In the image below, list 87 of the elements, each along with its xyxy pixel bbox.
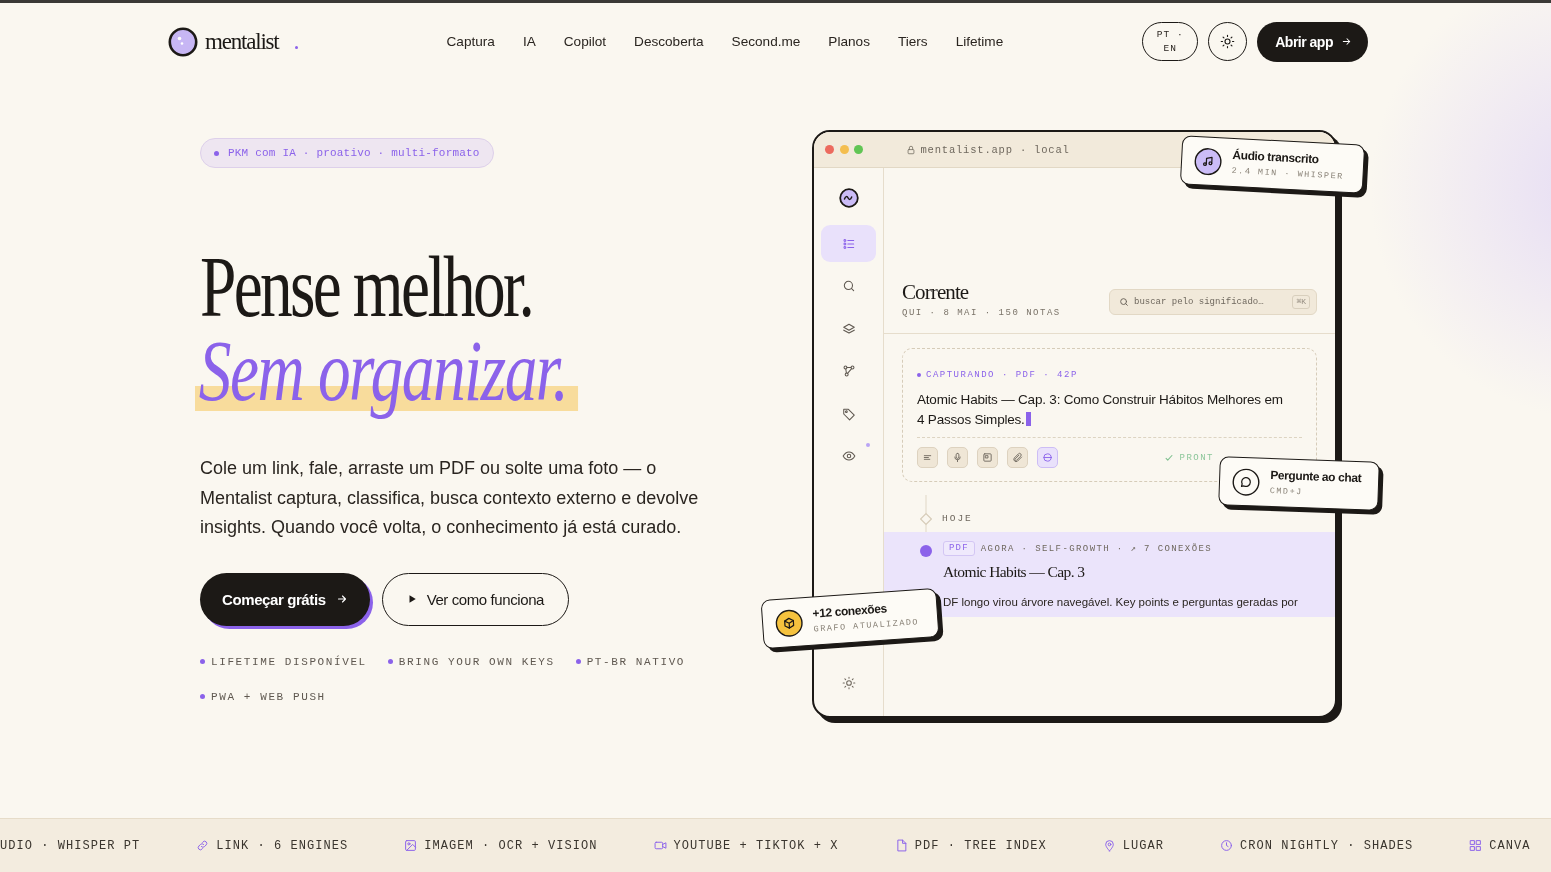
open-app-button[interactable]: Abrir app <box>1257 21 1368 62</box>
notification-detail: 2.4 MIN · WHISPER <box>1231 164 1344 183</box>
layers-icon <box>841 321 856 336</box>
tool-button[interactable] <box>1037 447 1058 468</box>
frame-icon <box>982 452 993 463</box>
nav-link[interactable]: Copilot <box>563 34 607 49</box>
search-icon <box>841 279 856 293</box>
settings-icon <box>841 676 856 690</box>
capture-title: Atomic Habits — Cap. 3: Como Construir Hábitos Melhores em 4 Passos Simples. <box>917 391 1284 429</box>
eye-icon <box>841 449 856 463</box>
feature-tag: LIFETIME DISPONÍVEL <box>211 655 367 668</box>
entry-title: Atomic Habits — Cap. 3 <box>943 562 1086 582</box>
list-icon <box>841 236 856 251</box>
feature-tag: BRING YOUR OWN KEYS <box>398 655 555 668</box>
clock-icon <box>1219 839 1233 852</box>
tag-icon <box>841 406 856 421</box>
arrow-icon <box>1341 36 1352 47</box>
nav-link[interactable]: Captura <box>446 34 495 49</box>
ticker-label: YOUTUBE + TIKTOK + X <box>673 838 839 853</box>
chat-bubble-icon <box>1231 467 1261 497</box>
status-dot-icon <box>917 373 921 377</box>
ticker-label: UDIO · WHISPER PT <box>0 838 141 853</box>
capture-status: CAPTURANDO · PDF · 42P <box>926 370 1078 380</box>
paperclip-icon <box>1012 452 1023 463</box>
text-lines-icon <box>922 452 933 463</box>
ready-status: PRONT <box>1179 452 1214 463</box>
sidebar-item[interactable] <box>821 225 876 262</box>
keyboard-shortcut: ⌘K <box>1292 295 1310 309</box>
cube-icon <box>774 607 805 638</box>
tool-button[interactable] <box>1007 447 1028 468</box>
grid-icon <box>1469 839 1483 852</box>
ticker-label: LUGAR <box>1122 838 1164 853</box>
link-icon <box>196 839 210 852</box>
arrow-icon <box>335 593 348 605</box>
type-tag: PDF <box>943 541 975 556</box>
notification-title: Pergunte ao chat <box>1270 468 1362 487</box>
tagline-text: PKM com IA · proativo · multi-formato <box>228 147 480 159</box>
view-subtitle: QUI · 8 MAI · 150 NOTAS <box>902 307 1061 319</box>
ticker-label: PDF · TREE INDEX <box>914 838 1047 853</box>
nav-link[interactable]: Planos <box>828 34 870 49</box>
view-title: Corrente <box>902 279 970 305</box>
ticker-label: IMAGEM · OCR + VISION <box>424 838 598 853</box>
video-camera-icon <box>653 839 667 852</box>
logo-text: mentalist <box>205 28 279 55</box>
dot-icon <box>575 659 581 664</box>
dot-icon <box>387 659 393 664</box>
image-icon <box>404 839 418 852</box>
entry-meta: AGORA · SELF-GROWTH · ↗ 7 CONEXÕES <box>980 543 1213 554</box>
tool-button[interactable] <box>947 447 968 468</box>
lock-icon <box>905 144 916 155</box>
entry-dot-icon <box>920 545 932 557</box>
nav-link[interactable]: Lifetime <box>955 34 1004 49</box>
nav-link[interactable]: Tiers <box>897 34 928 49</box>
tool-button[interactable] <box>917 447 938 468</box>
check-icon <box>1164 452 1175 463</box>
feature-tag: PWA + WEB PUSH <box>211 690 326 703</box>
globe-icon <box>1042 452 1053 463</box>
ticker-label: LINK · 6 ENGINES <box>216 838 349 853</box>
dot-icon <box>214 150 219 156</box>
microphone-icon <box>952 452 963 463</box>
text-cursor-icon <box>1025 412 1031 426</box>
day-label: HOJE <box>942 513 973 524</box>
sun-icon <box>1220 34 1236 49</box>
notification-detail: CMD+J <box>1269 485 1304 500</box>
dot-icon <box>200 694 205 699</box>
music-note-icon <box>1193 146 1223 176</box>
tool-button[interactable] <box>977 447 998 468</box>
map-pin-icon <box>1102 839 1116 852</box>
search-icon <box>1119 297 1129 307</box>
address-text: mentalist.app · local <box>920 143 1070 156</box>
nav-link[interactable]: Descoberta <box>634 34 704 49</box>
feature-tag: PT-BR NATIVO <box>586 655 686 668</box>
entry-summary: DF longo virou árvore navegável. Key points e perguntas geradas por <box>943 595 1299 610</box>
dot-icon <box>200 659 205 664</box>
ticker-label: CRON NIGHTLY · SHADES <box>1239 838 1414 853</box>
ticker-label: CANVA <box>1489 838 1531 853</box>
notification-title: Áudio transcrito <box>1232 147 1320 167</box>
start-free-button[interactable]: Começar grátis <box>200 572 370 626</box>
nav-link[interactable]: IA <box>522 34 536 49</box>
nodes-icon <box>841 364 856 378</box>
app-logo-icon <box>838 188 859 208</box>
search-input[interactable]: buscar pelo significado… <box>1134 297 1288 307</box>
nav-link[interactable]: Second.me <box>731 34 801 49</box>
headline: Pense melhor. <box>200 245 533 329</box>
hero-description: Cole um link, fale, arraste um PDF ou solte uma foto — o Mentalist captura, classifica, busca contexto externo e devolve insights. Quando você volta, o conhecimento já está curado. <box>200 457 700 539</box>
accent-dot-icon <box>294 46 298 49</box>
logo-icon <box>168 26 198 57</box>
